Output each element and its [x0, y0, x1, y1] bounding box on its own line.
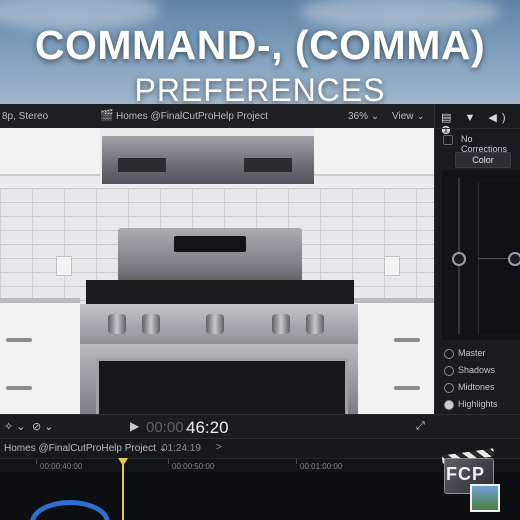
upper-cabinet-left	[0, 128, 100, 176]
ruler-label: 00:01:00:00	[300, 462, 343, 471]
range-selector: Master Shadows Midtones Highlights	[440, 346, 520, 414]
play-button[interactable]: ▶	[130, 419, 139, 433]
timeline-forward-chevron[interactable]: >	[216, 442, 222, 453]
lower-cabinet-right	[354, 298, 434, 414]
ruler-label: 00:00:50:00	[172, 462, 215, 471]
clapper-icon: 🎬	[100, 110, 114, 122]
upper-cabinet-right	[314, 128, 434, 176]
stove-display	[174, 236, 246, 252]
title-banner: COMMAND-, (COMMA) PREFERENCES	[0, 0, 520, 108]
outlet-right	[384, 256, 400, 276]
viewer-toolbar: 8p, Stereo 🎬 Homes @FinalCutProHelp Proj…	[0, 104, 434, 129]
range-label: Shadows	[458, 365, 496, 375]
timeline-project-menu[interactable]: Homes @FinalCutProHelp Project ⌄	[4, 443, 167, 454]
ruler-tick	[296, 459, 297, 464]
range-label: Midtones	[458, 382, 495, 392]
logo-text: FCP	[446, 464, 485, 484]
range-shadows[interactable]: Shadows	[440, 363, 520, 380]
radio-button[interactable]	[444, 349, 454, 359]
cabinet-handle	[6, 338, 32, 342]
corrections-label: No Corrections	[461, 134, 508, 154]
retime-icon[interactable]: ⊘ ⌄	[32, 420, 54, 433]
range-label: Master	[458, 348, 486, 358]
timecode-display: 46:20	[186, 418, 229, 437]
range-master[interactable]: Master	[440, 346, 520, 363]
radio-button[interactable]	[444, 383, 454, 393]
lower-cabinet-left	[0, 298, 80, 414]
view-menu[interactable]: View ⌄	[392, 111, 425, 122]
stove-knob	[272, 314, 290, 334]
viewer-project-name: Homes @FinalCutProHelp Project	[116, 111, 268, 122]
timecode-leading: 00:00	[146, 419, 184, 436]
banner-title: COMMAND-, (COMMA)	[34, 22, 486, 68]
zoom-menu[interactable]: 36% ⌄	[348, 111, 379, 122]
format-label: 8p, Stereo	[2, 111, 49, 122]
fullscreen-icon[interactable]: ⤢	[416, 420, 425, 433]
stove-knob	[142, 314, 160, 334]
radio-button-selected[interactable]	[444, 400, 454, 410]
outlet-left	[56, 256, 72, 276]
hood-light-right	[244, 158, 292, 172]
range-label: Highlights	[458, 399, 498, 409]
cabinet-handle	[6, 386, 32, 390]
corrections-row[interactable]: No Corrections	[435, 128, 520, 154]
playback-controls: ✧ ⌄ ⊘ ⌄ ▶ 00:00 46:20 ⤢	[0, 414, 434, 439]
stove-knob	[206, 314, 224, 334]
radio-button[interactable]	[444, 366, 454, 376]
enhance-wand-icon[interactable]: ✧ ⌄	[4, 420, 26, 433]
cabinet-handle	[394, 338, 420, 342]
corrections-checkbox[interactable]	[443, 135, 453, 145]
stove-knob	[306, 314, 324, 334]
color-puck[interactable]	[508, 252, 520, 266]
playhead[interactable]	[122, 460, 124, 520]
oven-window	[96, 358, 348, 414]
hood-light-left	[118, 158, 166, 172]
screen: COMMAND-, (COMMA) PREFERENCES 8p, Stereo…	[0, 0, 520, 520]
ruler-tick	[168, 459, 169, 464]
color-tab[interactable]: Color	[455, 152, 511, 168]
ruler-label: 00:00:40:00	[40, 462, 83, 471]
photo-thumbnail	[470, 484, 500, 512]
range-highlights[interactable]: Highlights	[440, 397, 520, 414]
ruler-tick	[36, 459, 37, 464]
cabinet-handle	[394, 386, 420, 390]
timeline-duration: 01:24:19	[162, 443, 201, 454]
fcp-logo: FCP	[440, 448, 500, 512]
viewer-frame	[0, 128, 434, 414]
range-midtones[interactable]: Midtones	[440, 380, 520, 397]
stove-knob	[108, 314, 126, 334]
global-puck[interactable]	[452, 252, 466, 266]
inspector-footer	[434, 414, 520, 439]
stove-grate	[86, 280, 354, 306]
